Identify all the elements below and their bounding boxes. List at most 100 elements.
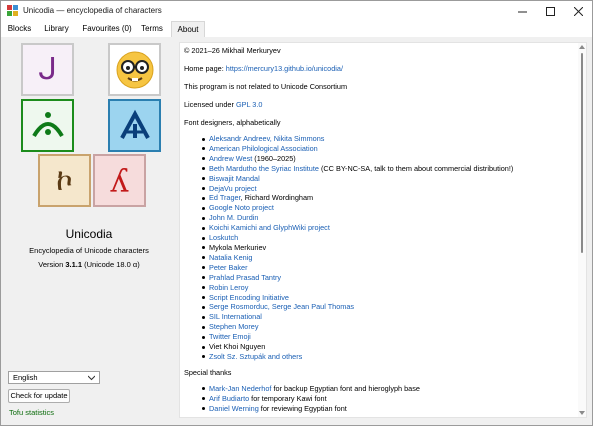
font-designer-item-link[interactable]: Biswajit Mandal [209, 174, 260, 183]
font-designer-item: Andrew West (1960–2025) [202, 153, 570, 164]
homepage-link[interactable]: https://mercury13.github.io/unicodia/ [226, 64, 343, 73]
font-designer-item: Viet Khoi Nguyen [202, 342, 570, 352]
tab-library[interactable]: Library [38, 21, 75, 37]
app-version: Version 3.1.1 (Unicode 18.0 α) [38, 260, 140, 269]
about-content-panel[interactable]: © 2021–26 Mikhail Merkuryev Home page: h… [179, 42, 587, 418]
font-designer-item-text: Viet Khoi Nguyen [209, 342, 266, 352]
license-link[interactable]: GPL 3.0 [236, 100, 263, 109]
tofu-statistics-link[interactable]: Tofu statistics [9, 408, 54, 417]
app-name: Unicodia [65, 227, 113, 241]
font-designer-item-link[interactable]: SIL International [209, 312, 262, 321]
font-designer-item-link[interactable]: Andrew West [209, 154, 252, 163]
app-icon [7, 5, 18, 16]
maximize-button[interactable] [536, 1, 564, 21]
font-designer-item: DejaVu project [202, 184, 570, 194]
nerd-face-emoji-tile [108, 43, 161, 96]
font-designer-item-link[interactable]: Aleksandr Andreev, Nikita Simmons [209, 134, 324, 143]
check-update-button[interactable]: Check for update [8, 389, 70, 403]
font-designer-item-link[interactable]: American Philological Association [209, 144, 318, 153]
font-designer-item: Google Noto project [202, 203, 570, 213]
font-designer-item: Koichi Kamichi and GlyphWiki project [202, 223, 570, 233]
thanks-item: Daniel Werning for reviewing Egyptian fo… [202, 403, 570, 414]
font-designer-item-link[interactable]: John M. Durdin [209, 213, 258, 222]
font-designer-item: Loskutch [202, 233, 570, 243]
font-designer-item: Twitter Emoji [202, 332, 570, 342]
font-designer-item-link[interactable]: Robin Leroy [209, 283, 248, 292]
font-designer-item-link[interactable]: DejaVu project [209, 184, 257, 193]
font-designer-item-link[interactable]: Google Noto project [209, 203, 274, 212]
thanks-item: Arif Budiarto for temporary Kawi font [202, 394, 570, 404]
font-designer-item-link[interactable]: Prahlad Prasad Tantry [209, 273, 281, 282]
not-related-note: This program is not related to Unicode C… [184, 82, 348, 91]
font-designer-item: Mykola Merkuriev [202, 242, 570, 253]
version-number: 3.1.1 [65, 260, 83, 269]
minimize-icon [517, 11, 527, 12]
thanks-item-link[interactable]: Arif Budiarto [209, 394, 249, 403]
maximize-icon [545, 6, 555, 16]
font-designer-item: Zsolt Sz. Sztupák and others [202, 352, 570, 362]
copyright: © 2021–26 Mikhail Merkuryev [184, 46, 281, 55]
thanks-list: Mark-Jan Nederhof for backup Egyptian fo… [202, 384, 570, 414]
license-line: Licensed under GPL 3.0 [184, 100, 263, 109]
font-designer-item: Robin Leroy [202, 283, 570, 293]
scroll-up-icon[interactable] [579, 45, 585, 49]
font-designer-item-link[interactable]: Twitter Emoji [209, 332, 251, 341]
tab-blocks[interactable]: Blocks [4, 21, 35, 37]
font-designer-item-text: (1960–2025) [252, 153, 296, 163]
thanks-item-text: for reviewing Egyptian font [258, 403, 347, 413]
font-designer-item-link[interactable]: Natalia Kenig [209, 253, 252, 262]
font-designer-item: Natalia Kenig [202, 253, 570, 263]
chevron-down-icon [88, 375, 95, 381]
ethiopic-tile: ኮ [38, 154, 91, 207]
app-window: Unicodia — encyclopedia of characters Bl… [0, 0, 593, 426]
font-designer-item-link[interactable]: Peter Baker [209, 263, 248, 272]
font-designer-item-link[interactable]: Ed Trager [209, 193, 241, 202]
font-designer-item: Stephen Morey [202, 322, 570, 332]
green-glyph-icon [31, 111, 64, 137]
language-select[interactable]: English [8, 371, 100, 384]
scroll-down-icon[interactable] [579, 411, 585, 415]
vertical-scrollbar[interactable] [578, 43, 586, 417]
tab-favourites[interactable]: Favourites (0) [78, 21, 136, 37]
font-designer-item-link[interactable]: Serge Rosmorduc, Serge Jean Paul Thomas [209, 302, 354, 311]
thanks-item-link[interactable]: Daniel Werning [209, 404, 259, 413]
language-selected: English [13, 373, 38, 382]
font-designer-item: Peter Baker [202, 263, 570, 273]
green-script-tile [21, 99, 74, 152]
thanks-item-link[interactable]: Mark-Jan Nederhof [209, 384, 271, 393]
minimize-button[interactable] [508, 1, 536, 21]
font-designer-item: SIL International [202, 312, 570, 322]
thanks-item: Mark-Jan Nederhof for backup Egyptian fo… [202, 384, 570, 394]
thanks-heading: Special thanks [184, 367, 232, 377]
canadian-syllabics-tile: ᒍ [21, 43, 74, 96]
font-designer-item-link[interactable]: Script Encoding Initiative [209, 293, 289, 302]
scroll-thumb[interactable] [581, 53, 583, 253]
nerd-face-icon [116, 51, 153, 88]
tab-terms[interactable]: Terms [137, 21, 167, 37]
font-designer-item: John M. Durdin [202, 213, 570, 223]
title-bar: Unicodia — encyclopedia of characters [1, 1, 592, 21]
font-designer-item: Aleksandr Andreev, Nikita Simmons [202, 134, 570, 144]
font-designer-item: Prahlad Prasad Tantry [202, 273, 570, 283]
font-designers-list: Aleksandr Andreev, Nikita Simmons America… [202, 134, 570, 362]
font-designer-item-link[interactable]: Loskutch [209, 233, 238, 242]
tab-about[interactable]: About [171, 21, 205, 37]
font-designer-item-text: Mykola Merkuriev [209, 242, 267, 252]
about-sidebar: ᒍ ኮ ʎ Unicodia Encyclopedia of Unicode c… [1, 37, 177, 425]
font-designer-item: Biswajit Mandal [202, 174, 570, 184]
font-designer-item-link[interactable]: Zsolt Sz. Sztupák and others [209, 352, 302, 361]
font-designer-item: Beth Mardutho the Syriac Institute (CC B… [202, 164, 570, 174]
app-subtitle: Encyclopedia of Unicode characters [29, 246, 149, 255]
tab-bar: Blocks Library Favourites (0) Terms Abou… [1, 21, 592, 37]
close-button[interactable] [564, 1, 592, 21]
font-designer-item: Script Encoding Initiative [202, 293, 570, 303]
font-designer-item-link[interactable]: Beth Mardutho the Syriac Institute [209, 164, 319, 173]
homepage-line: Home page: https://mercury13.github.io/u… [184, 64, 344, 73]
blue-script-tile [108, 99, 161, 152]
red-letter-tile: ʎ [93, 154, 146, 207]
close-icon [573, 6, 583, 16]
font-designer-item: Serge Rosmorduc, Serge Jean Paul Thomas [202, 302, 570, 312]
font-designer-item-link[interactable]: Stephen Morey [209, 322, 259, 331]
window-title: Unicodia — encyclopedia of characters [23, 6, 162, 15]
font-designer-item-link[interactable]: Koichi Kamichi and GlyphWiki project [209, 223, 330, 232]
